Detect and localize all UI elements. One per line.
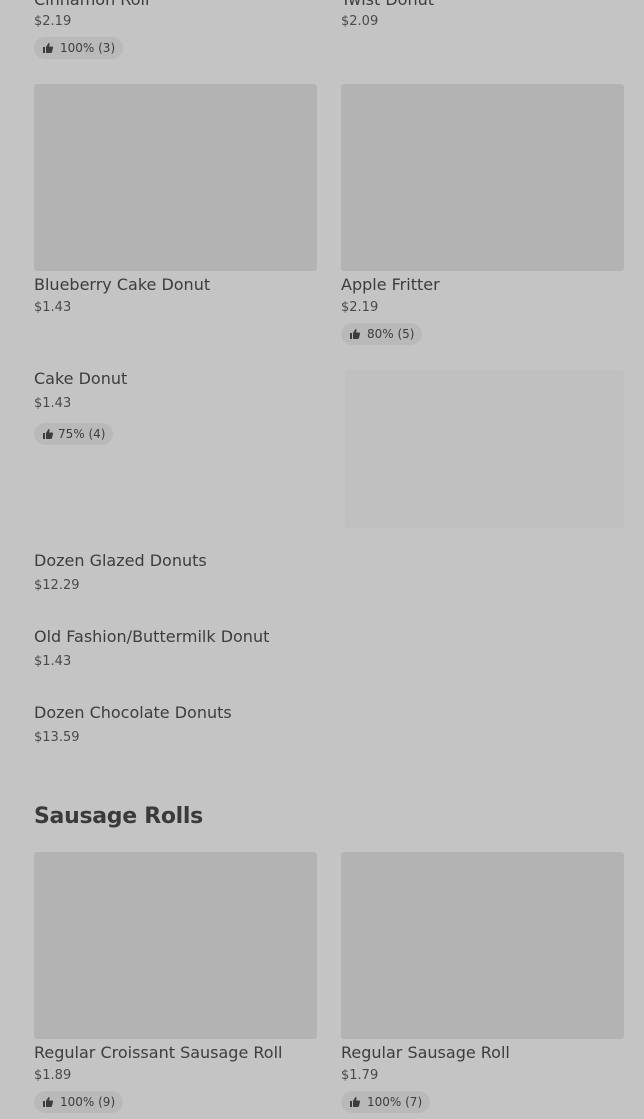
- item-price-dozen-chocolate-donuts: $13.59: [34, 730, 80, 745]
- item-image-cake-donut[interactable]: [345, 370, 624, 528]
- item-image-regular-sausage-roll[interactable]: [341, 852, 624, 1039]
- section-title-sausage-rolls: Sausage Rolls: [34, 804, 203, 829]
- thumbs-up-icon: [42, 1096, 54, 1108]
- item-price-cake-donut: $1.43: [34, 396, 72, 411]
- thumbs-up-icon: [42, 428, 54, 440]
- item-price-blueberry-cake-donut: $1.43: [34, 300, 72, 315]
- item-price-regular-sausage-roll: $1.79: [341, 1068, 379, 1083]
- rating-badge-cinnamon-roll: 100% (3): [34, 37, 124, 59]
- item-price-dozen-glazed-donuts: $12.29: [34, 578, 80, 593]
- rating-text: 100% (9): [60, 1095, 116, 1109]
- item-image-regular-croissant-sausage-roll[interactable]: [34, 852, 317, 1039]
- item-name-old-fashion-buttermilk-donut[interactable]: Old Fashion/Buttermilk Donut: [34, 627, 269, 647]
- item-name-dozen-glazed-donuts[interactable]: Dozen Glazed Donuts: [34, 551, 207, 571]
- item-name-cake-donut[interactable]: Cake Donut: [34, 369, 127, 389]
- item-name-dozen-chocolate-donuts[interactable]: Dozen Chocolate Donuts: [34, 703, 232, 723]
- thumbs-up-icon: [42, 42, 54, 54]
- item-price-twist-donut: $2.09: [341, 14, 379, 29]
- rating-text: 100% (7): [367, 1095, 423, 1109]
- rating-text: 80% (5): [367, 327, 415, 341]
- rating-text: 100% (3): [60, 41, 116, 55]
- item-name-twist-donut[interactable]: Twist Donut: [341, 0, 434, 10]
- item-price-apple-fritter: $2.19: [341, 300, 379, 315]
- thumbs-up-icon: [349, 1096, 361, 1108]
- item-price-old-fashion-buttermilk-donut: $1.43: [34, 654, 72, 669]
- item-name-apple-fritter[interactable]: Apple Fritter: [341, 275, 440, 295]
- item-name-blueberry-cake-donut[interactable]: Blueberry Cake Donut: [34, 275, 210, 295]
- item-image-apple-fritter[interactable]: [341, 84, 624, 271]
- item-name-cinnamon-roll[interactable]: Cinnamon Roll: [34, 0, 149, 10]
- item-name-regular-sausage-roll[interactable]: Regular Sausage Roll: [341, 1043, 510, 1063]
- rating-badge-regular-croissant-sausage-roll: 100% (9): [34, 1091, 124, 1113]
- rating-badge-regular-sausage-roll: 100% (7): [341, 1091, 431, 1113]
- item-image-blueberry-cake-donut[interactable]: [34, 84, 317, 271]
- rating-text: 75% (4): [58, 427, 106, 441]
- thumbs-up-icon: [349, 328, 361, 340]
- item-price-regular-croissant-sausage-roll: $1.89: [34, 1068, 72, 1083]
- item-price-cinnamon-roll: $2.19: [34, 14, 72, 29]
- rating-badge-cake-donut: 75% (4): [34, 423, 114, 445]
- rating-badge-apple-fritter: 80% (5): [341, 323, 423, 345]
- item-name-regular-croissant-sausage-roll[interactable]: Regular Croissant Sausage Roll: [34, 1043, 282, 1063]
